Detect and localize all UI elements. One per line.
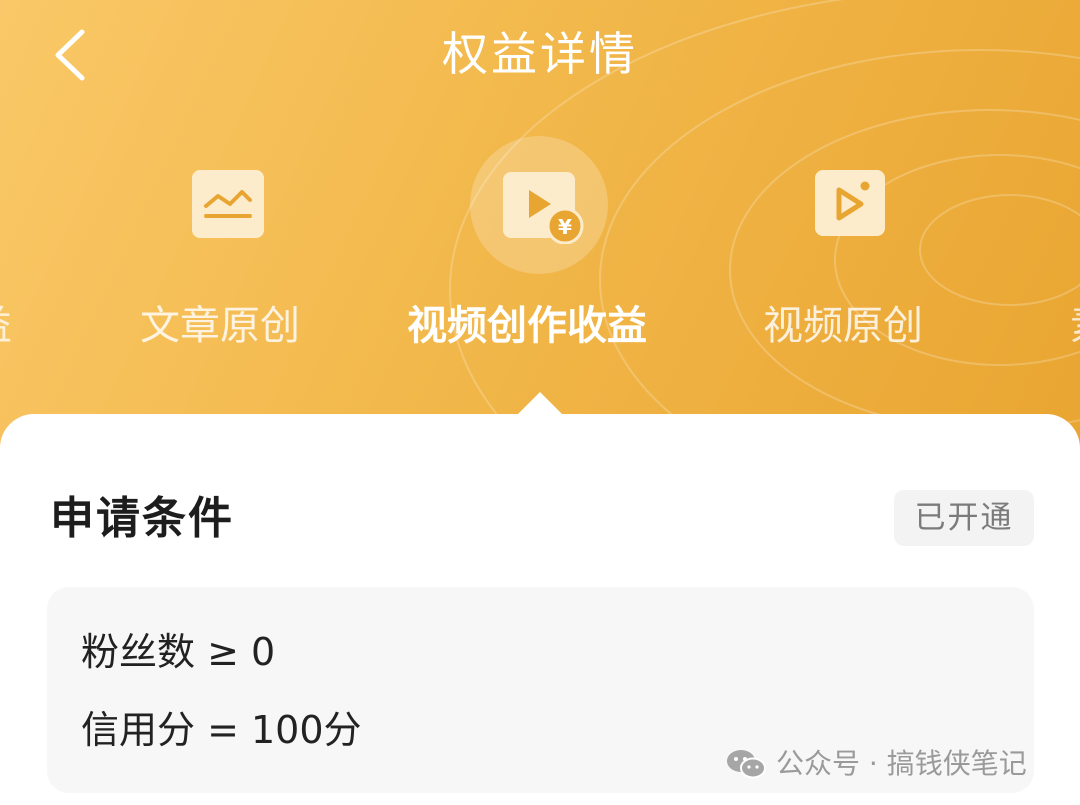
video-original-icon: [815, 170, 885, 236]
tab-partial-right[interactable]: 素: [1070, 298, 1080, 354]
page-title: 权益详情: [442, 27, 638, 81]
tab-video-original[interactable]: 视频原创: [750, 160, 950, 360]
tab-partial-left[interactable]: 益: [0, 298, 12, 354]
article-chart-icon: [192, 170, 264, 238]
condition-item: 信用分 = 100分: [81, 708, 362, 752]
wechat-icon: [727, 750, 766, 779]
tab-label: 文章原创: [140, 303, 300, 349]
watermark: 公众号 · 搞钱侠笔记: [724, 742, 1027, 786]
tab-label: 视频创作收益: [407, 303, 647, 349]
condition-item: 粉丝数 ≥ 0: [81, 630, 276, 674]
section-title: 申请条件: [50, 493, 234, 544]
svg-text:¥: ¥: [558, 215, 572, 239]
watermark-text: 公众号 · 搞钱侠笔记: [776, 747, 1027, 780]
tab-video-income[interactable]: ¥ 视频创作收益: [400, 160, 680, 360]
benefits-header: 权益详情 益 素 文章原创 ¥ 视频创作收益 视频原创: [0, 0, 1080, 460]
tab-article-original[interactable]: 文章原创: [130, 160, 330, 360]
tab-label: 视频原创: [763, 303, 923, 349]
status-badge: 已开通: [894, 490, 1034, 546]
video-income-icon: ¥: [503, 172, 584, 244]
active-tab-pointer: [516, 392, 564, 416]
